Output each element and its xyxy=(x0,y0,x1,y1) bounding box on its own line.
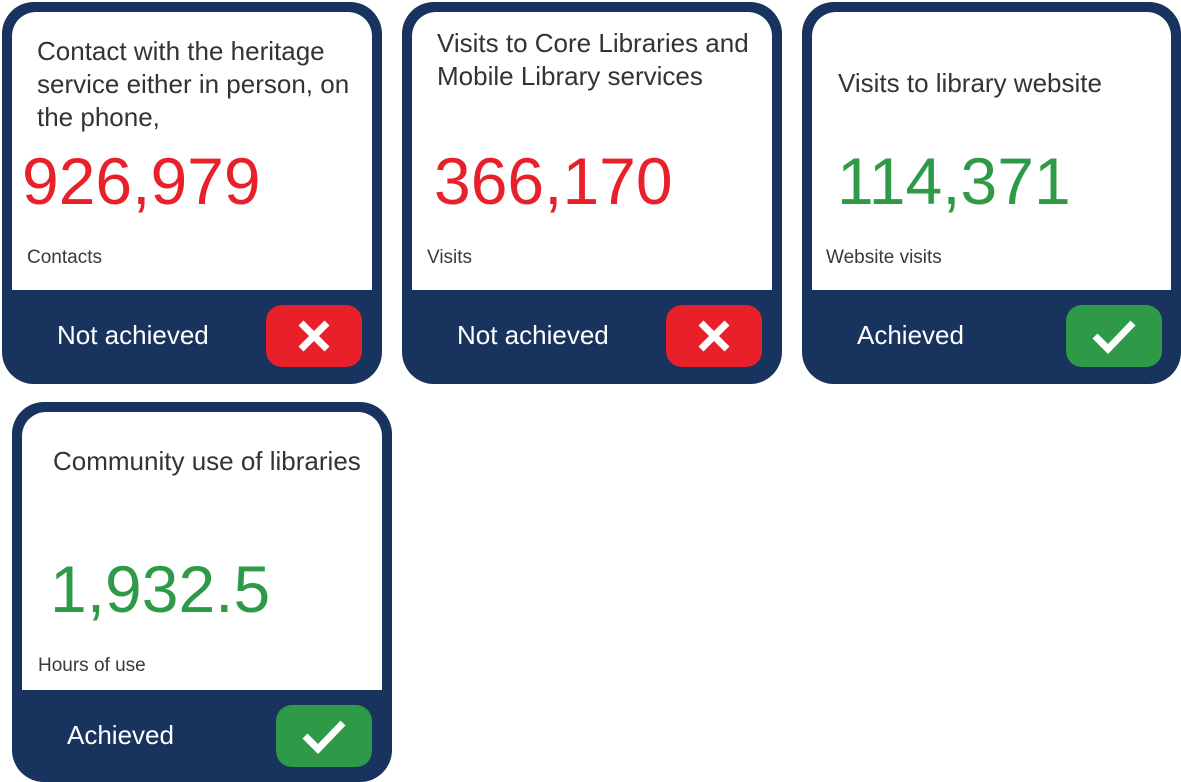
card-title: Visits to library website xyxy=(838,68,1102,98)
status-label: Not achieved xyxy=(57,320,209,350)
status-badge xyxy=(276,705,372,767)
card-title: Contact with the heritage service either… xyxy=(37,36,350,132)
card-value: 926,979 xyxy=(22,144,261,218)
card-unit: Hours of use xyxy=(38,655,146,676)
kpi-card-community-use: Community use of libraries 1,932.5 Hours… xyxy=(12,402,392,782)
status-label: Achieved xyxy=(67,720,174,750)
card-unit: Contacts xyxy=(27,247,102,268)
card-value: 1,932.5 xyxy=(50,552,271,626)
kpi-card-library-visits: Visits to Core Libraries and Mobile Libr… xyxy=(402,2,782,384)
card-title: Visits to Core Libraries and Mobile Libr… xyxy=(437,28,749,91)
kpi-card-website-visits: Visits to library website 114,371 Websit… xyxy=(802,2,1181,384)
card-value: 114,371 xyxy=(837,144,1071,218)
card-unit: Website visits xyxy=(826,247,942,268)
check-icon xyxy=(1092,320,1136,354)
kpi-card-heritage-contacts: Contact with the heritage service either… xyxy=(2,2,382,384)
card-unit: Visits xyxy=(427,247,473,268)
card-body: Visits to library website 114,371 Websit… xyxy=(812,12,1171,290)
check-icon xyxy=(302,720,346,754)
card-body: Contact with the heritage service either… xyxy=(12,12,372,290)
card-title: Community use of libraries xyxy=(53,446,361,476)
card-body: Visits to Core Libraries and Mobile Libr… xyxy=(412,12,772,290)
cross-icon xyxy=(298,320,330,352)
card-body: Community use of libraries 1,932.5 Hours… xyxy=(22,412,382,690)
status-label: Not achieved xyxy=(457,320,609,350)
status-badge xyxy=(266,305,362,367)
card-value: 366,170 xyxy=(434,144,673,218)
status-badge xyxy=(1066,305,1162,367)
status-badge xyxy=(666,305,762,367)
status-label: Achieved xyxy=(857,320,964,350)
cross-icon xyxy=(698,320,730,352)
